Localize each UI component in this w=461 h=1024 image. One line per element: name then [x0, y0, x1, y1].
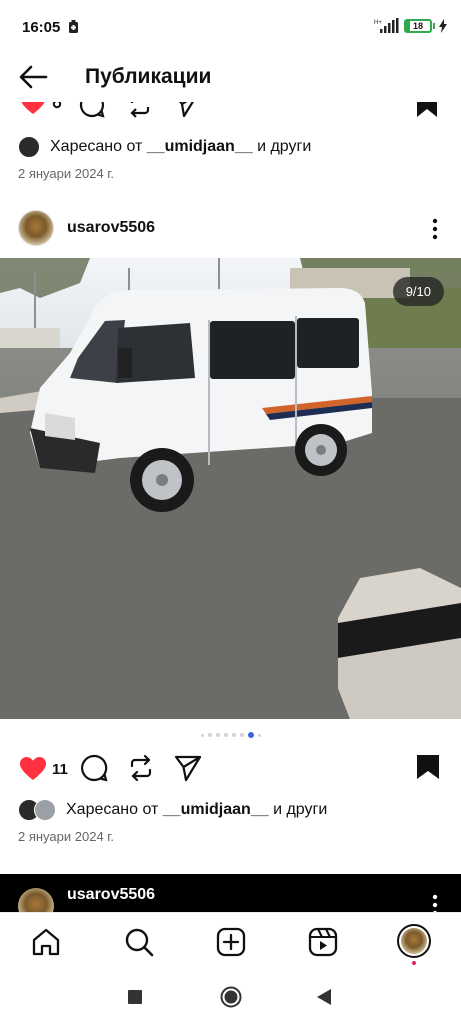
- battery-text: 18: [412, 21, 423, 31]
- prev-post-date: 2 януари 2024 г.: [18, 166, 115, 181]
- repost-icon[interactable]: [127, 754, 155, 782]
- system-nav: [0, 968, 461, 1024]
- more-vertical-icon[interactable]: [431, 218, 439, 240]
- back-triangle-icon[interactable]: [316, 989, 332, 1005]
- photo-counter: 9/10: [392, 277, 444, 306]
- more-vertical-icon[interactable]: [431, 894, 439, 914]
- post-photo[interactable]: 9/10: [0, 258, 461, 719]
- liked-by-prefix: Харесано от: [50, 138, 143, 155]
- next-post-username[interactable]: usarov5506: [67, 886, 155, 904]
- prev-post-actions: [0, 102, 461, 118]
- status-time: 16:05: [22, 19, 61, 36]
- app-header: Публикации: [0, 54, 461, 102]
- arrow-left-icon[interactable]: [16, 62, 50, 92]
- network-type: H+: [374, 20, 382, 26]
- carousel-dot-active: [247, 732, 254, 738]
- avatar: [401, 928, 427, 954]
- comment-icon[interactable]: [80, 754, 108, 782]
- battery-cap: [433, 23, 435, 29]
- carousel-dot: [223, 733, 228, 737]
- post-username[interactable]: usarov5506: [67, 219, 155, 237]
- status-bar: 16:05 H+ 18: [0, 0, 461, 54]
- avatar: [34, 799, 56, 821]
- signal-icon: H+: [374, 18, 399, 33]
- bookmark-icon[interactable]: [416, 754, 440, 780]
- carousel-dot: [239, 733, 244, 737]
- repost-icon[interactable]: [127, 102, 153, 118]
- post-liked-by[interactable]: Харесано от __umidjaan__ и други: [18, 799, 327, 821]
- charging-icon: [439, 19, 447, 33]
- avatar[interactable]: [18, 210, 54, 246]
- comment-icon[interactable]: [79, 102, 105, 118]
- notification-dot: [412, 961, 416, 965]
- home-icon[interactable]: [31, 927, 61, 957]
- send-icon[interactable]: [174, 754, 202, 782]
- liked-by-suffix: и други: [273, 801, 328, 818]
- avatar[interactable]: [18, 888, 54, 914]
- post-actions: 11: [0, 752, 461, 788]
- recents-icon[interactable]: [128, 990, 142, 1004]
- avatar: [18, 136, 40, 158]
- carousel-dot: [207, 733, 212, 737]
- carousel-dot: [200, 733, 204, 737]
- liked-by-user[interactable]: __umidjaan__: [147, 138, 253, 155]
- van-photo: [0, 258, 461, 719]
- home-circle-icon[interactable]: [220, 986, 242, 1008]
- carousel-dot: [257, 733, 261, 737]
- reels-icon[interactable]: [308, 927, 338, 957]
- carousel-dots: [0, 732, 461, 738]
- carousel-dot: [215, 733, 220, 737]
- like-count-fragment: [52, 102, 62, 109]
- heart-icon[interactable]: [19, 756, 47, 781]
- battery-indicator: 18: [404, 19, 432, 33]
- notification-icon: [69, 20, 78, 33]
- liked-by-user[interactable]: __umidjaan__: [163, 801, 269, 818]
- like-count[interactable]: 11: [52, 761, 68, 778]
- battery-level: [406, 21, 411, 31]
- send-icon[interactable]: [173, 102, 199, 118]
- profile-avatar[interactable]: [397, 924, 431, 958]
- page-title: Публикации: [85, 65, 212, 88]
- post-header: usarov5506: [0, 210, 461, 254]
- liked-by-suffix: и други: [257, 138, 312, 155]
- prev-liked-by[interactable]: Харесано от __umidjaan__ и други: [18, 136, 311, 158]
- post-date: 2 януари 2024 г.: [18, 829, 115, 844]
- bottom-nav: [0, 912, 461, 968]
- heart-icon[interactable]: [20, 102, 46, 116]
- bookmark-icon[interactable]: [414, 102, 440, 118]
- liked-by-prefix: Харесано от: [66, 801, 159, 818]
- search-icon[interactable]: [124, 927, 154, 957]
- carousel-dot: [231, 733, 236, 737]
- status-indicators: H+ 18: [374, 18, 447, 34]
- next-post-header: usarov5506: [0, 874, 461, 914]
- plus-square-icon[interactable]: [216, 927, 246, 957]
